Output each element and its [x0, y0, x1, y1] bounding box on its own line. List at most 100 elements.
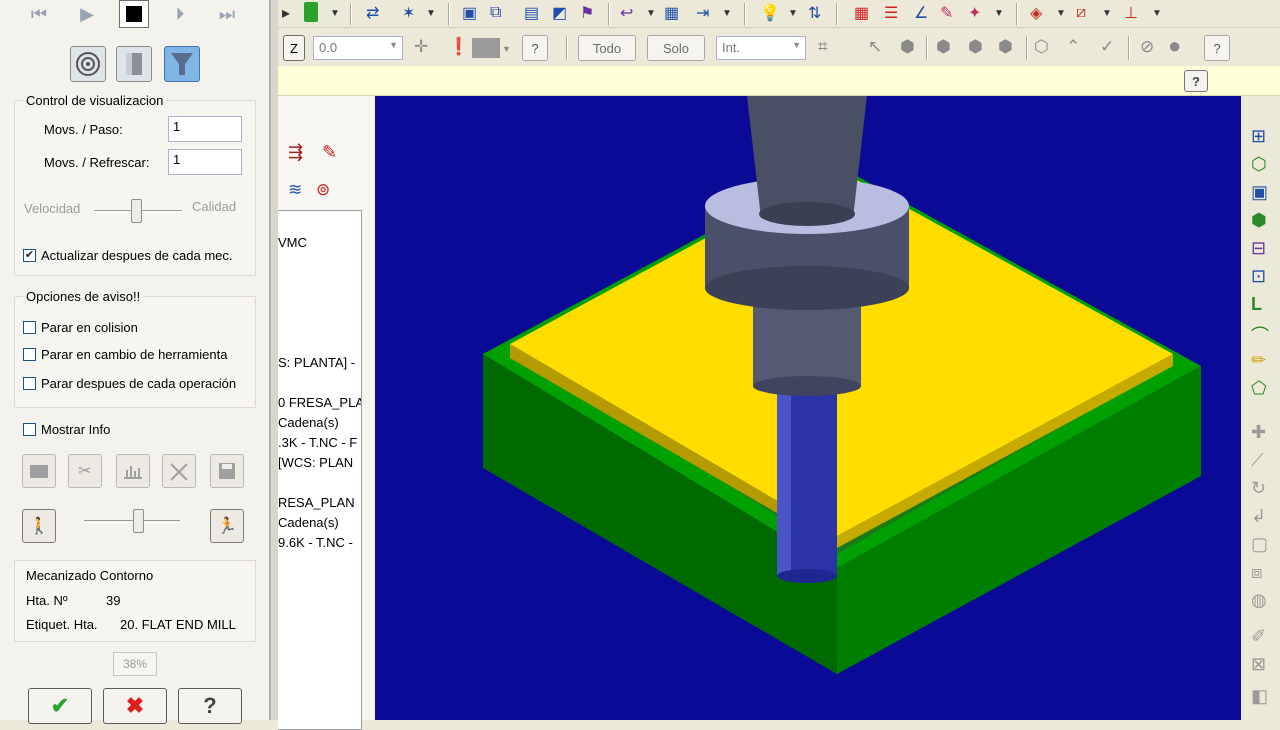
- tree-item[interactable]: 9.6K - T.NC -: [278, 535, 353, 550]
- moves-per-step-input[interactable]: 1: [168, 116, 242, 142]
- solo-button[interactable]: Solo: [647, 35, 705, 61]
- tree-item[interactable]: Cadena(s): [278, 515, 339, 530]
- mode-turbo-button[interactable]: [164, 46, 200, 82]
- graphics-viewport[interactable]: [375, 96, 1241, 720]
- mill-tool-icon[interactable]: ⊥: [1124, 2, 1138, 24]
- rotate-icon[interactable]: ↻: [1251, 478, 1266, 499]
- help-toolbar-button[interactable]: ?: [522, 35, 548, 61]
- fast-forward-button[interactable]: ⏭: [212, 0, 242, 28]
- table-icon[interactable]: ▦: [854, 2, 869, 24]
- level-icon[interactable]: [472, 38, 500, 58]
- fast-speed-button[interactable]: 🏃: [210, 509, 244, 543]
- puzzle-icon[interactable]: ✚: [1251, 422, 1266, 443]
- solid-edit-icon[interactable]: ◧: [1251, 686, 1268, 707]
- measure-button[interactable]: [162, 454, 196, 488]
- help-toolbar-button-2[interactable]: ?: [1204, 35, 1230, 61]
- help-button[interactable]: ?: [178, 688, 242, 724]
- flag-icon[interactable]: ⚑: [580, 2, 594, 24]
- offset-icon[interactable]: ⧈: [1251, 562, 1262, 583]
- cube-view-icon[interactable]: ⬢: [1251, 210, 1267, 231]
- chevron-down-icon-2[interactable]: ▼: [426, 2, 436, 24]
- cube-outline-icon[interactable]: ⬡: [1034, 37, 1049, 57]
- operations-tree[interactable]: VMC S: PLANTA] - 0 FRESA_PLA Cadena(s) .…: [278, 210, 362, 730]
- tree-item[interactable]: S: PLANTA] -: [278, 355, 355, 370]
- stop-on-collision-checkbox[interactable]: Parar en colision: [23, 320, 138, 335]
- chevron-down-icon[interactable]: ▼: [330, 2, 340, 24]
- post-icon[interactable]: ✎: [322, 142, 337, 163]
- compare-button[interactable]: [116, 454, 150, 488]
- mode-standard-button[interactable]: [70, 46, 106, 82]
- save-stl-button[interactable]: [210, 454, 244, 488]
- analyze-icon[interactable]: ▣: [462, 2, 477, 24]
- dropdown-arrow-icon[interactable]: ▸: [282, 2, 290, 24]
- box-icon[interactable]: ▢: [1251, 534, 1268, 555]
- chevron-down-icon-10[interactable]: ▼: [502, 44, 511, 54]
- return-icon[interactable]: ↩: [620, 2, 633, 24]
- check-gray-icon[interactable]: ✓: [1100, 37, 1114, 57]
- planes-icon[interactable]: ⊟: [1251, 238, 1266, 259]
- front-view-icon[interactable]: ▣: [1251, 182, 1268, 203]
- chevron-down-icon-6[interactable]: ▼: [994, 2, 1004, 24]
- chevron-down-icon-8[interactable]: ▼: [1102, 2, 1112, 24]
- angle-icon[interactable]: ∠: [914, 2, 928, 24]
- moves-per-refresh-input[interactable]: 1: [168, 149, 242, 175]
- cancel-button[interactable]: ✖: [103, 688, 167, 724]
- panel-splitter[interactable]: [270, 0, 278, 720]
- stop-button[interactable]: [119, 0, 149, 28]
- cube-blue-icon[interactable]: ◩: [552, 2, 567, 24]
- pencil-yellow-icon[interactable]: ✏: [1251, 350, 1266, 371]
- chevron-down-icon-3[interactable]: ▼: [646, 2, 656, 24]
- chevron-down-icon-7[interactable]: ▼: [1056, 2, 1066, 24]
- arrange-icon[interactable]: ⇥: [696, 2, 709, 24]
- ok-button[interactable]: ✔: [28, 688, 92, 724]
- toolpath-filter-icon[interactable]: ⇶: [288, 142, 303, 163]
- tree-item[interactable]: 0 FRESA_PLA: [278, 395, 361, 410]
- sim-speed-thumb[interactable]: [133, 509, 144, 533]
- circle-icon[interactable]: ●: [1168, 33, 1181, 59]
- stop-on-tool-change-checkbox[interactable]: Parar en cambio de herramienta: [23, 347, 227, 362]
- wcs-icon[interactable]: ⊡: [1251, 266, 1266, 287]
- tree-item[interactable]: .3K - T.NC - F: [278, 435, 357, 450]
- chevron-up-icon[interactable]: ⌃: [1066, 37, 1080, 57]
- star-icon[interactable]: ✶: [402, 2, 415, 24]
- solid-b-icon[interactable]: ⬢: [968, 37, 983, 57]
- view-top-icon[interactable]: ⊞: [1251, 126, 1266, 147]
- tree-item[interactable]: VMC: [278, 235, 307, 250]
- tree-item[interactable]: RESA_PLAN: [278, 495, 355, 510]
- stop-after-operation-checkbox[interactable]: Parar despues de cada operación: [23, 376, 236, 391]
- tools-icon[interactable]: ✦: [968, 2, 981, 24]
- sort-icon[interactable]: ⇅: [808, 2, 821, 24]
- cut-section-button[interactable]: ✂: [68, 454, 102, 488]
- chevron-down-icon-5[interactable]: ▼: [788, 2, 798, 24]
- chart-bars-icon[interactable]: ▤: [524, 2, 539, 24]
- fillet-icon[interactable]: ↲: [1251, 506, 1266, 527]
- save-stock-button[interactable]: [22, 454, 56, 488]
- cursor-icon[interactable]: ↖: [868, 37, 882, 57]
- polygon-icon[interactable]: ⬠: [1251, 378, 1267, 399]
- trim-icon[interactable]: ⟋: [1251, 450, 1264, 471]
- add-point-icon[interactable]: ✛: [414, 37, 428, 57]
- todo-button[interactable]: Todo: [578, 35, 636, 61]
- list-icon[interactable]: ☰: [884, 2, 898, 24]
- rewind-button[interactable]: ⏮: [24, 0, 54, 28]
- prompt-help-button[interactable]: ?: [1184, 70, 1208, 92]
- chevron-down-icon-4[interactable]: ▼: [722, 2, 732, 24]
- slow-speed-button[interactable]: 🚶: [22, 509, 56, 543]
- solid-a-icon[interactable]: ⬢: [936, 37, 951, 57]
- speed-slider-thumb[interactable]: [131, 199, 142, 223]
- line-icon[interactable]: L: [1251, 294, 1262, 315]
- solid-c-icon[interactable]: ⬢: [998, 37, 1013, 57]
- show-info-checkbox[interactable]: Mostrar Info: [23, 422, 110, 437]
- play-button[interactable]: ▶: [72, 0, 102, 28]
- lock-icon[interactable]: ⊚: [316, 180, 330, 200]
- update-after-each-checkbox[interactable]: ✔ Actualizar despues de cada mec.: [23, 248, 233, 263]
- transform-icon[interactable]: ⇄: [366, 2, 379, 24]
- mesh-icon[interactable]: ⊠: [1251, 654, 1266, 675]
- tree-item[interactable]: [WCS: PLAN: [278, 455, 353, 470]
- arc-icon[interactable]: ⌒: [1251, 322, 1269, 348]
- mode-solid-button[interactable]: [116, 46, 152, 82]
- copy-icon[interactable]: ⧉: [490, 2, 501, 24]
- selection-icon[interactable]: ⌗: [818, 37, 828, 57]
- grid-icon[interactable]: ▦: [664, 2, 679, 24]
- warning-icon[interactable]: ❗: [448, 37, 469, 57]
